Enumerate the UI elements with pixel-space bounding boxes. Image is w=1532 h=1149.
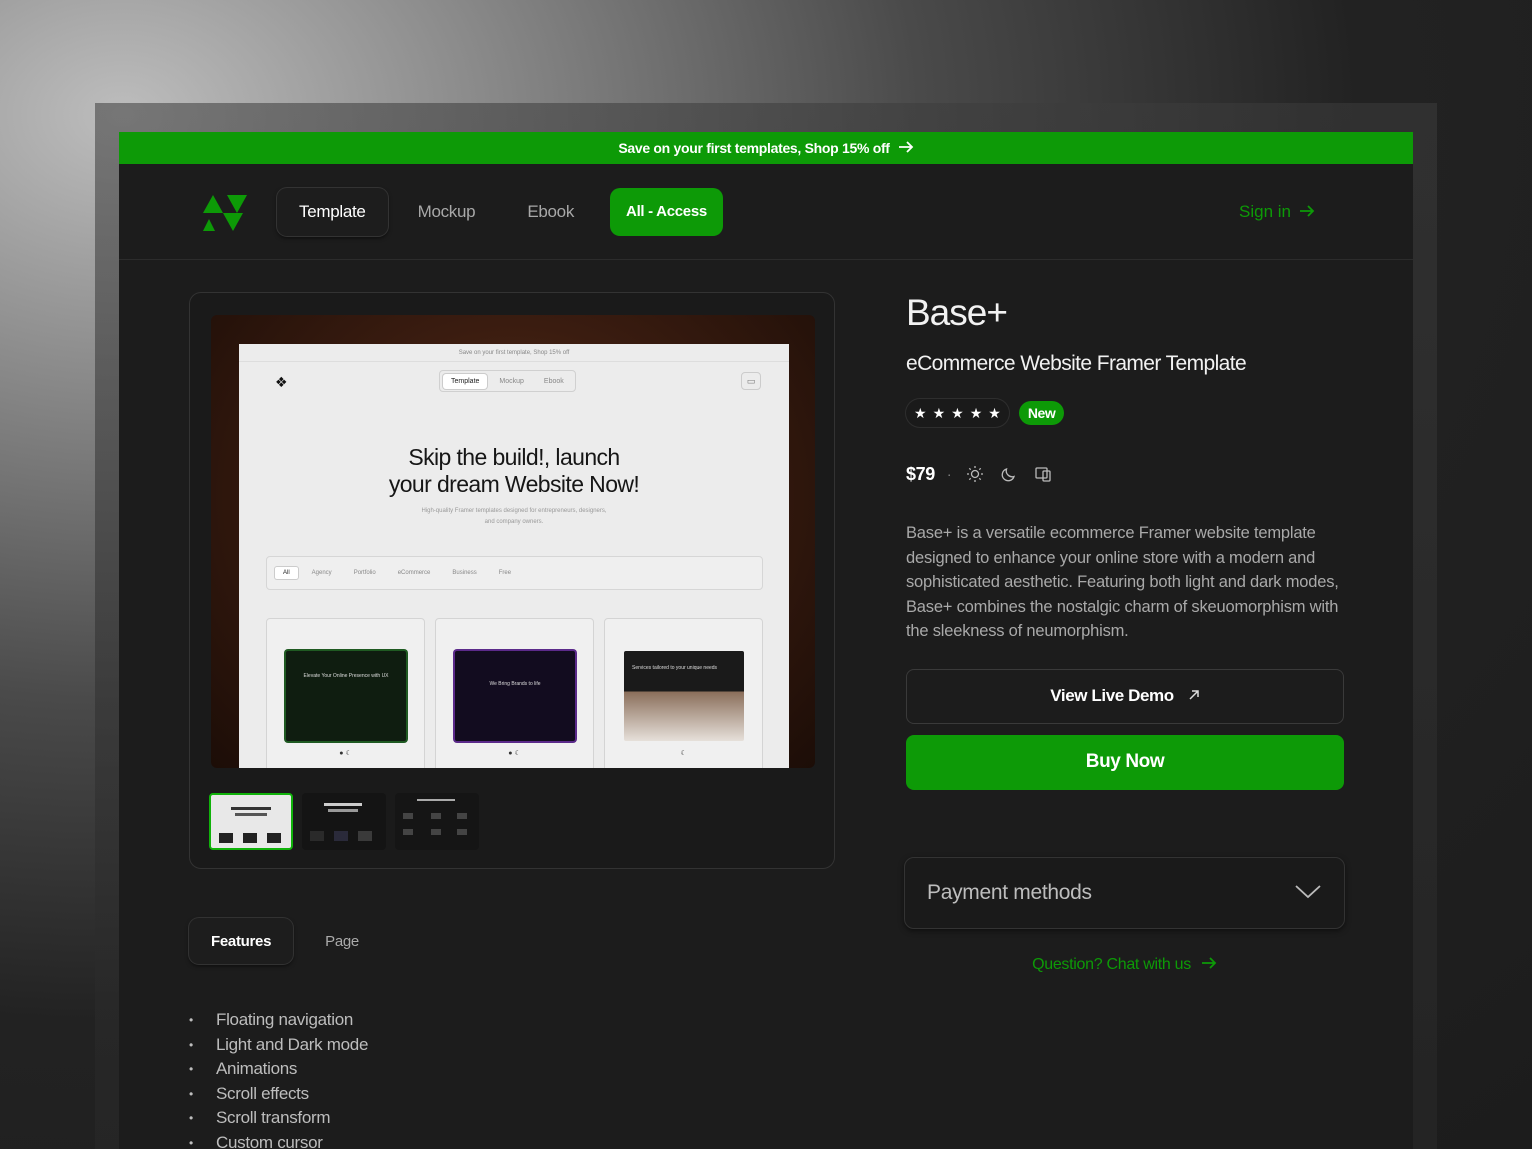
preview-nav: Template Mockup Ebook xyxy=(439,370,576,392)
external-link-icon xyxy=(1188,686,1200,706)
preview-card: We Bring Brands to life ● ☾ xyxy=(435,618,594,768)
arrow-right-icon xyxy=(1201,956,1217,974)
product-details: Base+ eCommerce Website Framer Template … xyxy=(906,292,1344,790)
nav-item-ebook[interactable]: Ebook xyxy=(505,188,596,236)
preview-cart-icon: ▭ xyxy=(741,372,761,390)
preview-card-thumb: Elevate Your Online Presence with UX xyxy=(286,651,406,741)
gallery-thumbnail[interactable] xyxy=(209,793,293,850)
list-item: Scroll effects xyxy=(189,1082,368,1107)
tab-features[interactable]: Features xyxy=(189,918,294,964)
gallery-main-image[interactable]: Save on your first template, Shop 15% of… xyxy=(211,315,815,768)
preview-header: ❖ Template Mockup Ebook ▭ xyxy=(239,362,789,400)
sign-in-link[interactable]: Sign in xyxy=(1239,202,1315,222)
preview-card-dots: ● ☾ xyxy=(339,750,352,757)
preview-card-text: Services tailored to your unique needs xyxy=(632,665,718,671)
preview-nav-item: Template xyxy=(443,373,488,389)
preview-card-dots: ● ☾ xyxy=(508,750,521,757)
preview-filter: Portfolio xyxy=(353,570,376,576)
list-item: Animations xyxy=(189,1057,368,1082)
product-price: $79 xyxy=(906,463,935,484)
buy-now-button[interactable]: Buy Now xyxy=(906,734,1344,790)
brand-logo[interactable] xyxy=(201,191,249,233)
preview-logo-icon: ❖ xyxy=(275,374,288,390)
new-badge: New xyxy=(1018,401,1065,425)
nav-item-mockup[interactable]: Mockup xyxy=(396,188,498,236)
preview-nav-item: Ebook xyxy=(543,377,564,385)
tab-page[interactable]: Page xyxy=(303,918,381,964)
preview-filter: eCommerce xyxy=(397,570,431,576)
product-gallery: Save on your first template, Shop 15% of… xyxy=(189,292,835,869)
star-icon: ★ xyxy=(914,404,927,421)
star-icon: ★ xyxy=(969,404,983,421)
preview-promo: Save on your first template, Shop 15% of… xyxy=(239,344,789,362)
preview-filters: All Agency Portfolio eCommerce Business … xyxy=(266,556,763,590)
chevron-down-icon xyxy=(1294,881,1322,905)
preview-filter: Business xyxy=(452,570,477,576)
preview-filter: Free xyxy=(498,570,512,576)
page-frame: Save on your first templates, Shop 15% o… xyxy=(119,132,1413,1149)
preview-card: Services tailored to your unique needs ☾ xyxy=(604,618,763,768)
responsive-devices-icon xyxy=(1032,463,1054,485)
product-badges: ★ ★ ★ ★ ★ New xyxy=(906,399,1344,427)
chat-label: Question? Chat with us xyxy=(1032,956,1191,973)
view-live-demo-label: View Live Demo xyxy=(1050,686,1174,705)
star-icon: ★ xyxy=(988,404,1001,421)
main-nav: Template Mockup Ebook All - Access xyxy=(277,187,723,236)
list-item: Light and Dark mode xyxy=(189,1033,368,1058)
preview-headline-line2: your dream Website Now! xyxy=(388,471,640,497)
nav-item-template[interactable]: Template xyxy=(277,187,388,236)
star-icon: ★ xyxy=(932,404,946,421)
gallery-thumbnails xyxy=(209,793,479,850)
payment-methods-label: Payment methods xyxy=(927,881,1092,904)
sun-icon xyxy=(964,463,986,485)
preview-card-thumb: Services tailored to your unique needs xyxy=(624,651,744,741)
view-live-demo-button[interactable]: View Live Demo xyxy=(906,668,1344,724)
product-subtitle: eCommerce Website Framer Template xyxy=(906,352,1247,375)
rating-stars: ★ ★ ★ ★ ★ xyxy=(906,399,1009,427)
preview-headline-line1: Skip the build!, launch xyxy=(408,444,620,470)
star-icon: ★ xyxy=(951,404,964,421)
preview-card-text: We Bring Brands to life xyxy=(489,681,541,687)
preview-card-text: Elevate Your Online Presence with UX xyxy=(303,673,389,679)
preview-card: Elevate Your Online Presence with UX ● ☾ xyxy=(266,618,425,768)
preview-nav-item: Mockup xyxy=(499,377,524,385)
arrow-right-icon xyxy=(1299,202,1315,222)
sign-in-label: Sign in xyxy=(1239,201,1291,221)
site-header: Template Mockup Ebook All - Access Sign … xyxy=(119,164,1413,260)
gallery-thumbnail[interactable] xyxy=(302,793,386,850)
promo-banner[interactable]: Save on your first templates, Shop 15% o… xyxy=(119,132,1413,164)
chat-link[interactable]: Question? Chat with us xyxy=(904,956,1345,974)
product-description: Base+ is a versatile ecommerce Framer we… xyxy=(906,524,1339,640)
product-title: Base+ xyxy=(906,292,1008,333)
preview-card-thumb: We Bring Brands to life xyxy=(455,651,575,741)
preview-filter: All xyxy=(275,567,298,579)
preview-headline: Skip the build!, launch your dream Websi… xyxy=(239,444,789,498)
price-row: $79 · xyxy=(906,463,1344,485)
all-access-button[interactable]: All - Access xyxy=(610,187,723,236)
features-list: Floating navigation Light and Dark mode … xyxy=(189,1008,368,1149)
promo-text: Save on your first templates, Shop 15% o… xyxy=(618,140,890,156)
info-tabs: Features Page xyxy=(189,918,381,964)
list-item: Floating navigation xyxy=(189,1008,368,1033)
arrow-right-icon xyxy=(898,140,914,156)
preview-filter: Agency xyxy=(311,570,332,576)
list-item: Scroll transform xyxy=(189,1106,368,1131)
preview-card-dots: ☾ xyxy=(680,750,687,757)
list-item: Custom cursor xyxy=(189,1131,368,1149)
separator: · xyxy=(946,466,952,482)
preview-subtext: High-quality Framer templates designed f… xyxy=(421,508,607,525)
payment-methods-accordion[interactable]: Payment methods xyxy=(904,857,1345,929)
moon-icon xyxy=(998,463,1020,485)
gallery-thumbnail[interactable] xyxy=(395,793,479,850)
template-preview: Save on your first template, Shop 15% of… xyxy=(239,344,789,768)
